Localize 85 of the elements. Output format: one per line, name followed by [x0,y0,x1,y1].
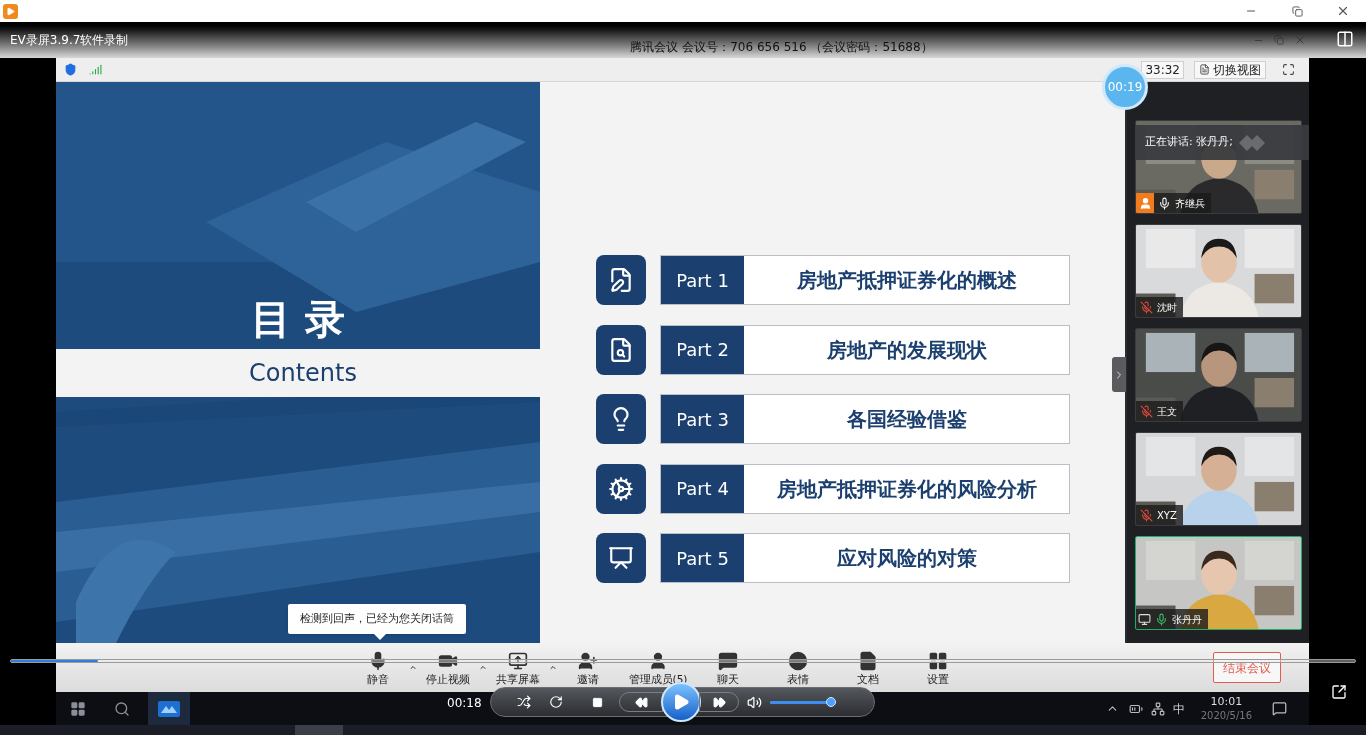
part-title: 各国经验借鉴 [845,406,968,433]
end-meeting-button[interactable]: 结束会议 [1213,652,1281,683]
search-icon[interactable] [114,700,130,717]
voice-indicator-icon [1238,134,1265,151]
restore-icon[interactable] [1274,35,1284,45]
stop-icon[interactable] [592,696,603,708]
recording-timer: 00:19 [1107,79,1143,96]
document-pen-icon [608,267,634,293]
rewind-icon [634,695,648,709]
fullscreen-icon[interactable] [1282,63,1295,76]
close-icon[interactable] [1294,34,1306,46]
progress-track[interactable] [10,659,1356,663]
screen-share-icon [508,651,528,672]
toolbar-button[interactable]: 表情 [767,647,829,688]
part-label: Part 5 [661,534,744,582]
notification-icon[interactable] [1272,701,1287,716]
app-icon [3,3,18,19]
switch-view-icon [1199,64,1210,75]
toolbar-button[interactable]: 管理成员(5) [627,647,689,688]
speaking-text: 正在讲话: 张丹丹; [1145,134,1233,151]
part-label: Part 2 [661,325,744,374]
toolbar-button[interactable]: 设置 [907,647,969,688]
video-tile[interactable]: 张丹丹 [1135,536,1302,630]
slide-title: 目 录 [251,294,345,344]
add-person-icon [578,651,598,672]
toolbar-button[interactable]: 停止视频 [417,647,479,688]
video-tile[interactable]: 沈时 [1135,224,1302,318]
toolbar-button[interactable]: 共享屏幕 [487,647,549,688]
chat-icon [718,651,738,672]
microphone-icon [368,651,388,672]
part-title: 房地产抵押证券化的风险分析 [775,475,1038,503]
volume-thumb[interactable] [826,696,837,707]
close-icon [1336,4,1350,18]
participant-name: 沈时 [1157,300,1177,315]
smiley-icon [788,651,808,672]
document-search-icon [608,336,634,363]
tooltip-text: 检测到回声，已经为您关闭话筒 [300,610,454,627]
toolbar-button[interactable]: 静音 [347,647,409,688]
caret-icon[interactable] [549,663,557,672]
taskbar-app[interactable] [148,692,190,725]
switch-view-button[interactable]: 切换视图 [1194,60,1266,79]
toolbar-button[interactable]: 聊天 [697,647,759,688]
taskbar-clock[interactable]: 10:01 2020/5/16 [1200,694,1252,723]
presentation-icon [608,545,634,571]
repeat-icon[interactable] [549,695,563,709]
grid-icon [928,651,948,672]
caret-icon[interactable] [479,663,487,672]
scrollbar-thumb[interactable] [295,725,343,735]
signal-icon [89,63,102,76]
part-label: Part 3 [661,395,744,443]
player-title: EV录屏3.9.7软件录制 [10,32,130,49]
screen-share-icon [1138,612,1151,626]
participant-name: 张丹丹 [1172,612,1202,627]
participant-name: 齐继兵 [1175,196,1205,211]
video-tile[interactable]: XYZ [1135,432,1302,526]
restore-icon [1291,5,1303,17]
part-label: Part 4 [661,464,744,513]
meeting-title: 腾讯会议 会议号：706 656 516 （会议密码：51688） [630,39,933,56]
start-icon[interactable] [70,700,86,717]
part-title: 房地产的发展现状 [825,336,988,364]
toolbar-button[interactable]: 邀请 [557,647,619,688]
video-tile[interactable]: 王文 [1135,328,1302,422]
fast-forward-icon [712,695,726,709]
part-title: 房地产抵押证券化的概述 [795,267,1018,294]
layout-icon[interactable] [1336,30,1354,48]
part-label: Part 1 [661,256,744,304]
participant-name: XYZ [1157,508,1177,523]
app-logo-icon [158,700,180,717]
shuffle-icon[interactable] [517,695,531,709]
play-icon [672,693,690,711]
input-method[interactable]: 中 [1172,699,1185,718]
slide-subtitle: Contents [248,358,357,389]
participant-name: 王文 [1157,404,1177,419]
document-icon [858,651,878,672]
volume-icon[interactable] [747,694,762,710]
network-icon[interactable] [1150,701,1165,716]
part-title: 应对风险的对策 [835,545,978,572]
caret-icon[interactable] [409,663,417,672]
person-icon [648,651,668,672]
person-icon [1136,193,1154,213]
playback-time: 00:18 [447,695,482,712]
gear-icon [608,475,634,502]
toolbar-button[interactable]: 文档 [837,647,899,688]
popout-icon[interactable] [1331,684,1347,700]
shield-icon [64,63,77,76]
